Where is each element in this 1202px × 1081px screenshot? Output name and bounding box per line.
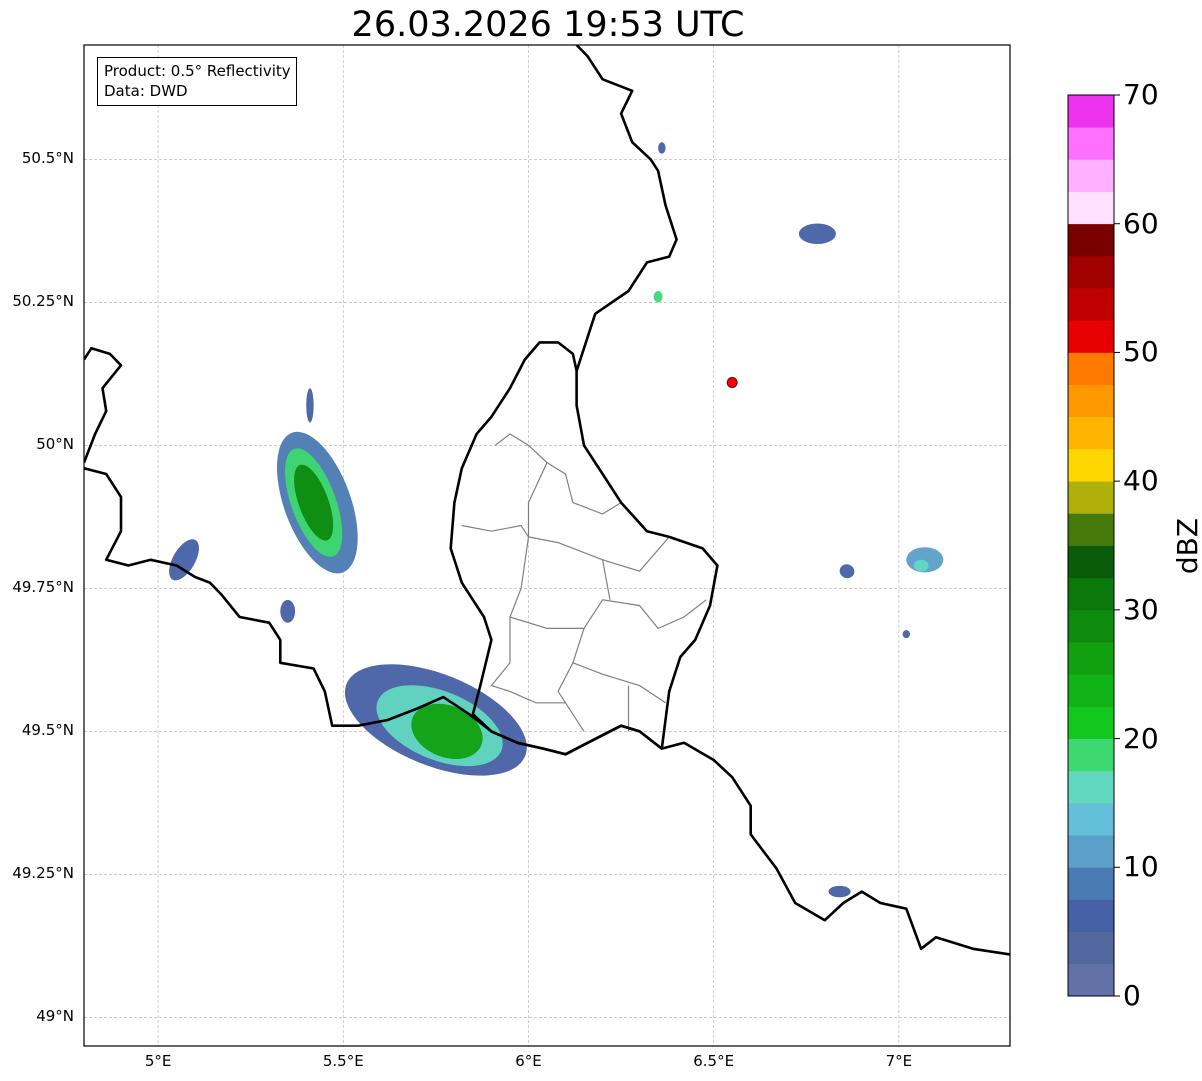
colorbar-segment: [1068, 384, 1114, 418]
reflectivity-echo: [658, 142, 666, 154]
reflectivity-echo: [798, 223, 836, 245]
y-tick-label: 50.25°N: [12, 292, 74, 311]
colorbar-tick-label: 20: [1123, 721, 1159, 755]
colorbar-tick-label: 10: [1123, 850, 1159, 884]
reflectivity-echo: [828, 885, 851, 898]
colorbar-segment: [1068, 255, 1114, 289]
reflectivity-echo: [653, 290, 663, 303]
colorbar-segment: [1068, 159, 1114, 192]
colorbar-segment: [1068, 963, 1114, 997]
colorbar-segment: [1068, 95, 1114, 128]
x-tick-label: 5.5°E: [322, 1052, 364, 1070]
colorbar-segment: [1068, 320, 1114, 353]
colorbar-segment: [1068, 416, 1114, 450]
location-marker: [726, 376, 738, 388]
info-box: Product: 0.5° Reflectivity Data: DWD: [97, 57, 297, 106]
colorbar-segment: [1068, 448, 1114, 482]
colorbar-segment: [1068, 770, 1114, 804]
colorbar-segment: [1068, 706, 1114, 739]
data-source-label: Data: DWD: [104, 82, 188, 100]
y-tick-label: 49.25°N: [12, 864, 74, 883]
y-tick-label: 50.5°N: [21, 149, 74, 168]
radar-map: [83, 44, 1120, 1047]
colorbar-tick-label: 0: [1123, 979, 1141, 1012]
colorbar-segment: [1068, 127, 1114, 160]
colorbar-unit-label: dBZ: [1171, 517, 1202, 575]
y-tick-label: 50°N: [36, 435, 74, 454]
colorbar-segment: [1068, 899, 1114, 933]
colorbar-segment: [1068, 835, 1114, 868]
colorbar-segment: [1068, 481, 1114, 514]
y-tick-label: 49.75°N: [12, 578, 74, 597]
colorbar-tick-label: 40: [1123, 464, 1159, 498]
colorbar-tick-label: 30: [1123, 592, 1159, 626]
reflectivity-echo: [306, 388, 314, 423]
reflectivity-echo: [902, 630, 910, 639]
colorbar-segment: [1068, 609, 1114, 643]
colorbar-segment: [1068, 802, 1114, 836]
colorbar-segment: [1068, 642, 1114, 675]
colorbar-segment: [1068, 223, 1114, 257]
colorbar-segment: [1068, 352, 1114, 386]
colorbar-tick-label: 70: [1123, 78, 1159, 111]
colorbar: [1067, 94, 1120, 997]
y-tick-label: 49°N: [36, 1007, 74, 1026]
colorbar-tick-label: 50: [1123, 335, 1159, 369]
y-tick-label: 49.5°N: [21, 721, 74, 740]
colorbar-segment: [1068, 931, 1114, 965]
colorbar-segment: [1068, 674, 1114, 707]
colorbar-segment: [1068, 545, 1114, 579]
x-tick-label: 6°E: [515, 1052, 542, 1070]
colorbar-segment: [1068, 288, 1114, 321]
x-tick-label: 5°E: [144, 1052, 172, 1070]
colorbar-tick-label: 60: [1123, 206, 1159, 240]
reflectivity-echo: [280, 599, 296, 623]
colorbar-segment: [1068, 867, 1114, 900]
product-label: Product: 0.5° Reflectivity: [104, 62, 291, 80]
reflectivity-echo: [913, 559, 929, 572]
colorbar-segment: [1068, 191, 1114, 225]
colorbar-segment: [1068, 577, 1114, 611]
x-tick-label: 7°E: [885, 1052, 913, 1070]
x-tick-label: 6.5°E: [693, 1052, 735, 1070]
colorbar-segment: [1068, 513, 1114, 546]
location-marker-layer: [726, 376, 738, 388]
colorbar-segment: [1068, 738, 1114, 772]
